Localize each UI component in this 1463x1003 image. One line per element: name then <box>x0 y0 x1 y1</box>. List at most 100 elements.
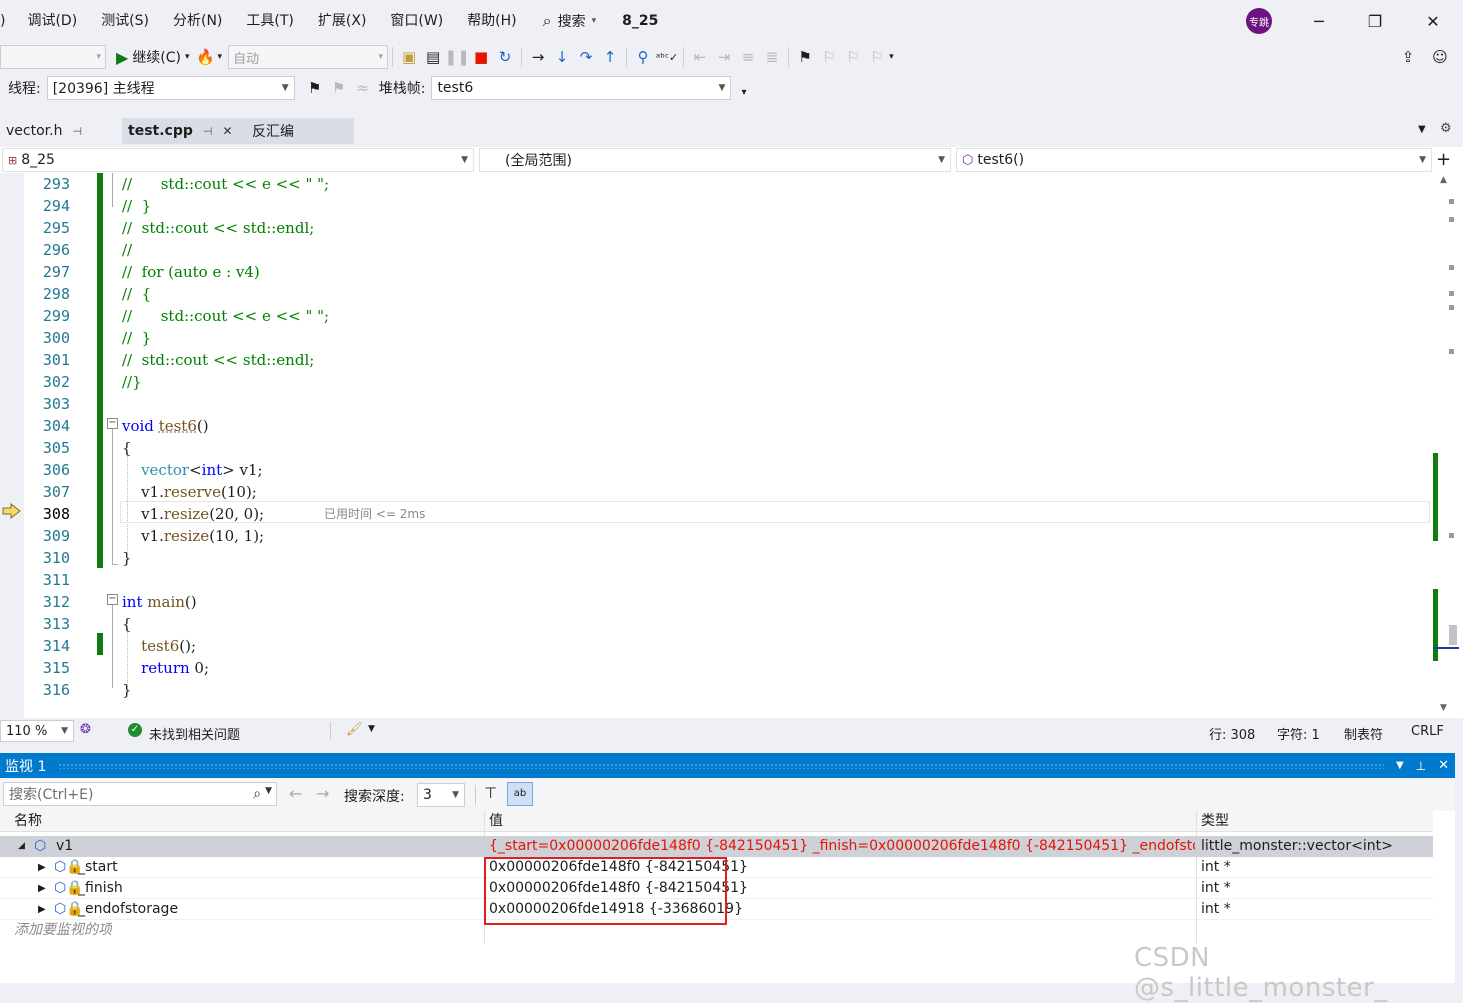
auto-combo[interactable]: 自动 ▾ <box>228 45 389 69</box>
function-combo[interactable]: ⬡ test6() ▼ <box>956 148 1432 172</box>
threads-icon[interactable]: ≈ <box>351 76 375 100</box>
depth-combo[interactable]: 3 ▼ <box>417 783 465 807</box>
spellcheck-icon[interactable]: ᵃᵇᶜ✓ <box>655 45 679 69</box>
line-number: 307 <box>42 483 70 501</box>
outdent-icon[interactable]: ⇥ <box>712 45 736 69</box>
hex-display-icon[interactable]: ⚲ <box>631 45 655 69</box>
config-combo[interactable]: ▾ <box>0 45 106 69</box>
menu-tools[interactable]: 工具(T) <box>234 0 305 42</box>
chevron-down-icon: ▾ <box>889 52 894 62</box>
table-row[interactable]: ◢ ⬡ v1 {_start=0x00000206fde148f0 {-8421… <box>0 836 1433 857</box>
restore-button[interactable]: ❐ <box>1352 0 1398 42</box>
expand-triangle-icon[interactable]: ▶ <box>38 899 46 920</box>
minimize-button[interactable]: ─ <box>1296 0 1342 42</box>
add-watch-text[interactable]: 添加要监视的项 <box>14 920 112 941</box>
expand-triangle-icon[interactable]: ▶ <box>38 878 46 899</box>
pin-icon[interactable]: ⊣ <box>72 125 82 138</box>
hot-reload-icon[interactable]: 🔥 <box>194 45 218 69</box>
bookmark-icon[interactable]: ⚑ <box>793 45 817 69</box>
folder-icon[interactable]: ▣ <box>397 45 421 69</box>
menu-window[interactable]: 窗口(W) <box>378 0 455 42</box>
search-icon[interactable]: ⌕ <box>253 786 261 802</box>
issues-text[interactable]: 未找到相关问题 <box>149 724 240 743</box>
gear-icon[interactable]: ⚙ <box>1440 121 1452 136</box>
scope-name: (全局范围) <box>505 153 572 169</box>
tab-test-cpp[interactable]: test.cpp ⊣ ✕ <box>122 118 246 144</box>
menu-debug[interactable]: 调试(D) <box>15 0 89 42</box>
collapse-icon[interactable]: − <box>107 418 118 429</box>
stackframe-combo[interactable]: test6 ▼ <box>431 76 732 100</box>
layout-icon[interactable]: ▤ <box>421 45 445 69</box>
watch-title-bar[interactable]: 监视 1 ▼ ⊥ ✕ <box>0 753 1455 778</box>
code-editor[interactable]: 293 294 295 296 297 298 299 300 301 302 303 304 305 3… <box>0 173 1463 718</box>
comment-icon[interactable]: ≡ <box>736 45 760 69</box>
split-icon[interactable]: + <box>1436 149 1451 170</box>
close-window-button[interactable]: ✕ <box>1410 0 1456 42</box>
stop-icon[interactable]: ■ <box>469 45 493 69</box>
continue-button[interactable]: ▶ 继续(C) ▾ <box>116 47 190 67</box>
close-icon[interactable]: ✕ <box>1438 758 1449 773</box>
pin-icon[interactable]: ⊣ <box>203 125 213 138</box>
pause-icon[interactable]: ❚❚ <box>445 45 470 69</box>
scroll-up-icon[interactable]: ▲ <box>1440 175 1447 185</box>
scroll-down-icon[interactable]: ▼ <box>1440 703 1447 713</box>
pin-source-icon[interactable]: ⊤ <box>484 784 497 802</box>
tabs-indicator[interactable]: 制表符 <box>1344 724 1383 743</box>
chevron-down-icon[interactable]: ▼ <box>368 724 375 734</box>
collapse-icon[interactable]: − <box>107 594 118 605</box>
step-over-icon[interactable]: ↷ <box>574 45 598 69</box>
thread-combo[interactable]: [20396] 主线程 ▼ <box>46 76 295 100</box>
cleanup-brush-icon[interactable]: 🖌 <box>346 722 363 737</box>
expand-triangle-icon[interactable]: ▶ <box>38 857 46 878</box>
prev-bookmark-icon[interactable]: ⚐ <box>817 45 841 69</box>
char-indicator[interactable]: 字符: 1 <box>1277 724 1320 743</box>
forward-arrow-icon[interactable]: → <box>316 784 329 803</box>
watch-value[interactable]: {_start=0x00000206fde148f0 {-842150451} … <box>489 836 1195 857</box>
search-menu[interactable]: ⌕ 搜索 ▾ <box>543 11 597 31</box>
restart-icon[interactable]: ↻ <box>493 45 517 69</box>
column-type[interactable]: 类型 <box>1201 811 1229 832</box>
feedback-icon[interactable]: ☺ <box>1428 45 1452 69</box>
uncomment-icon[interactable]: ≣ <box>760 45 784 69</box>
tab-vector-h[interactable]: vector.h ⊣ <box>0 118 120 144</box>
line-indicator[interactable]: 行: 308 <box>1209 724 1255 743</box>
menu-help[interactable]: 帮助(H) <box>455 0 528 42</box>
step-out-icon[interactable]: ↑ <box>598 45 622 69</box>
line-number: 315 <box>42 659 70 677</box>
hex-view-icon[interactable]: ab <box>507 782 533 806</box>
change-bar <box>97 173 103 568</box>
overflow-icon[interactable]: ▾ <box>741 87 746 98</box>
tab-disassembly[interactable]: 反汇编 <box>246 118 354 144</box>
code-line: void test6() <box>122 417 209 435</box>
window-menu-icon[interactable]: ▼ <box>1396 760 1404 771</box>
back-arrow-icon[interactable]: ← <box>289 784 302 803</box>
show-next-statement-icon[interactable]: → <box>526 45 550 69</box>
perf-tip[interactable]: 已用时间 <= 2ms <box>324 503 425 525</box>
menu-analyze[interactable]: 分析(N) <box>161 0 234 42</box>
scroll-thumb[interactable] <box>1449 625 1457 645</box>
step-into-icon[interactable]: ↓ <box>550 45 574 69</box>
project-combo[interactable]: ⊞ 8_25 ▼ <box>2 148 474 172</box>
menu-test[interactable]: 测试(S) <box>89 0 161 42</box>
tab-list-icon[interactable]: ▼ <box>1418 124 1426 135</box>
vertical-scrollbar[interactable]: ▲ ▼ <box>1433 173 1463 718</box>
eol-indicator[interactable]: CRLF <box>1411 724 1444 739</box>
menu-extensions[interactable]: 扩展(X) <box>306 0 379 42</box>
indent-icon[interactable]: ⇤ <box>688 45 712 69</box>
share-icon[interactable]: ⇪ <box>1396 45 1420 69</box>
column-name[interactable]: 名称 <box>14 811 42 832</box>
clear-bookmark-icon[interactable]: ⚐ <box>865 45 889 69</box>
watch-search-input[interactable]: 搜索(Ctrl+E) ⌕ ▼ <box>3 782 277 806</box>
column-value[interactable]: 值 <box>489 811 503 832</box>
zoom-combo[interactable]: 110 % ▼ <box>0 720 74 742</box>
flag-icon[interactable]: ⚑ <box>303 76 327 100</box>
avatar[interactable]: 专跳 <box>1246 8 1272 34</box>
flag-all-icon[interactable]: ⚑ <box>327 76 351 100</box>
close-icon[interactable]: ✕ <box>222 124 232 138</box>
next-bookmark-icon[interactable]: ⚐ <box>841 45 865 69</box>
intellicode-icon[interactable]: ❂ <box>80 722 91 737</box>
collapse-triangle-icon[interactable]: ◢ <box>18 836 25 857</box>
chevron-down-icon[interactable]: ▼ <box>265 786 272 802</box>
scope-combo[interactable]: (全局范围) ▼ <box>479 148 951 172</box>
pin-icon[interactable]: ⊥ <box>1416 759 1426 773</box>
